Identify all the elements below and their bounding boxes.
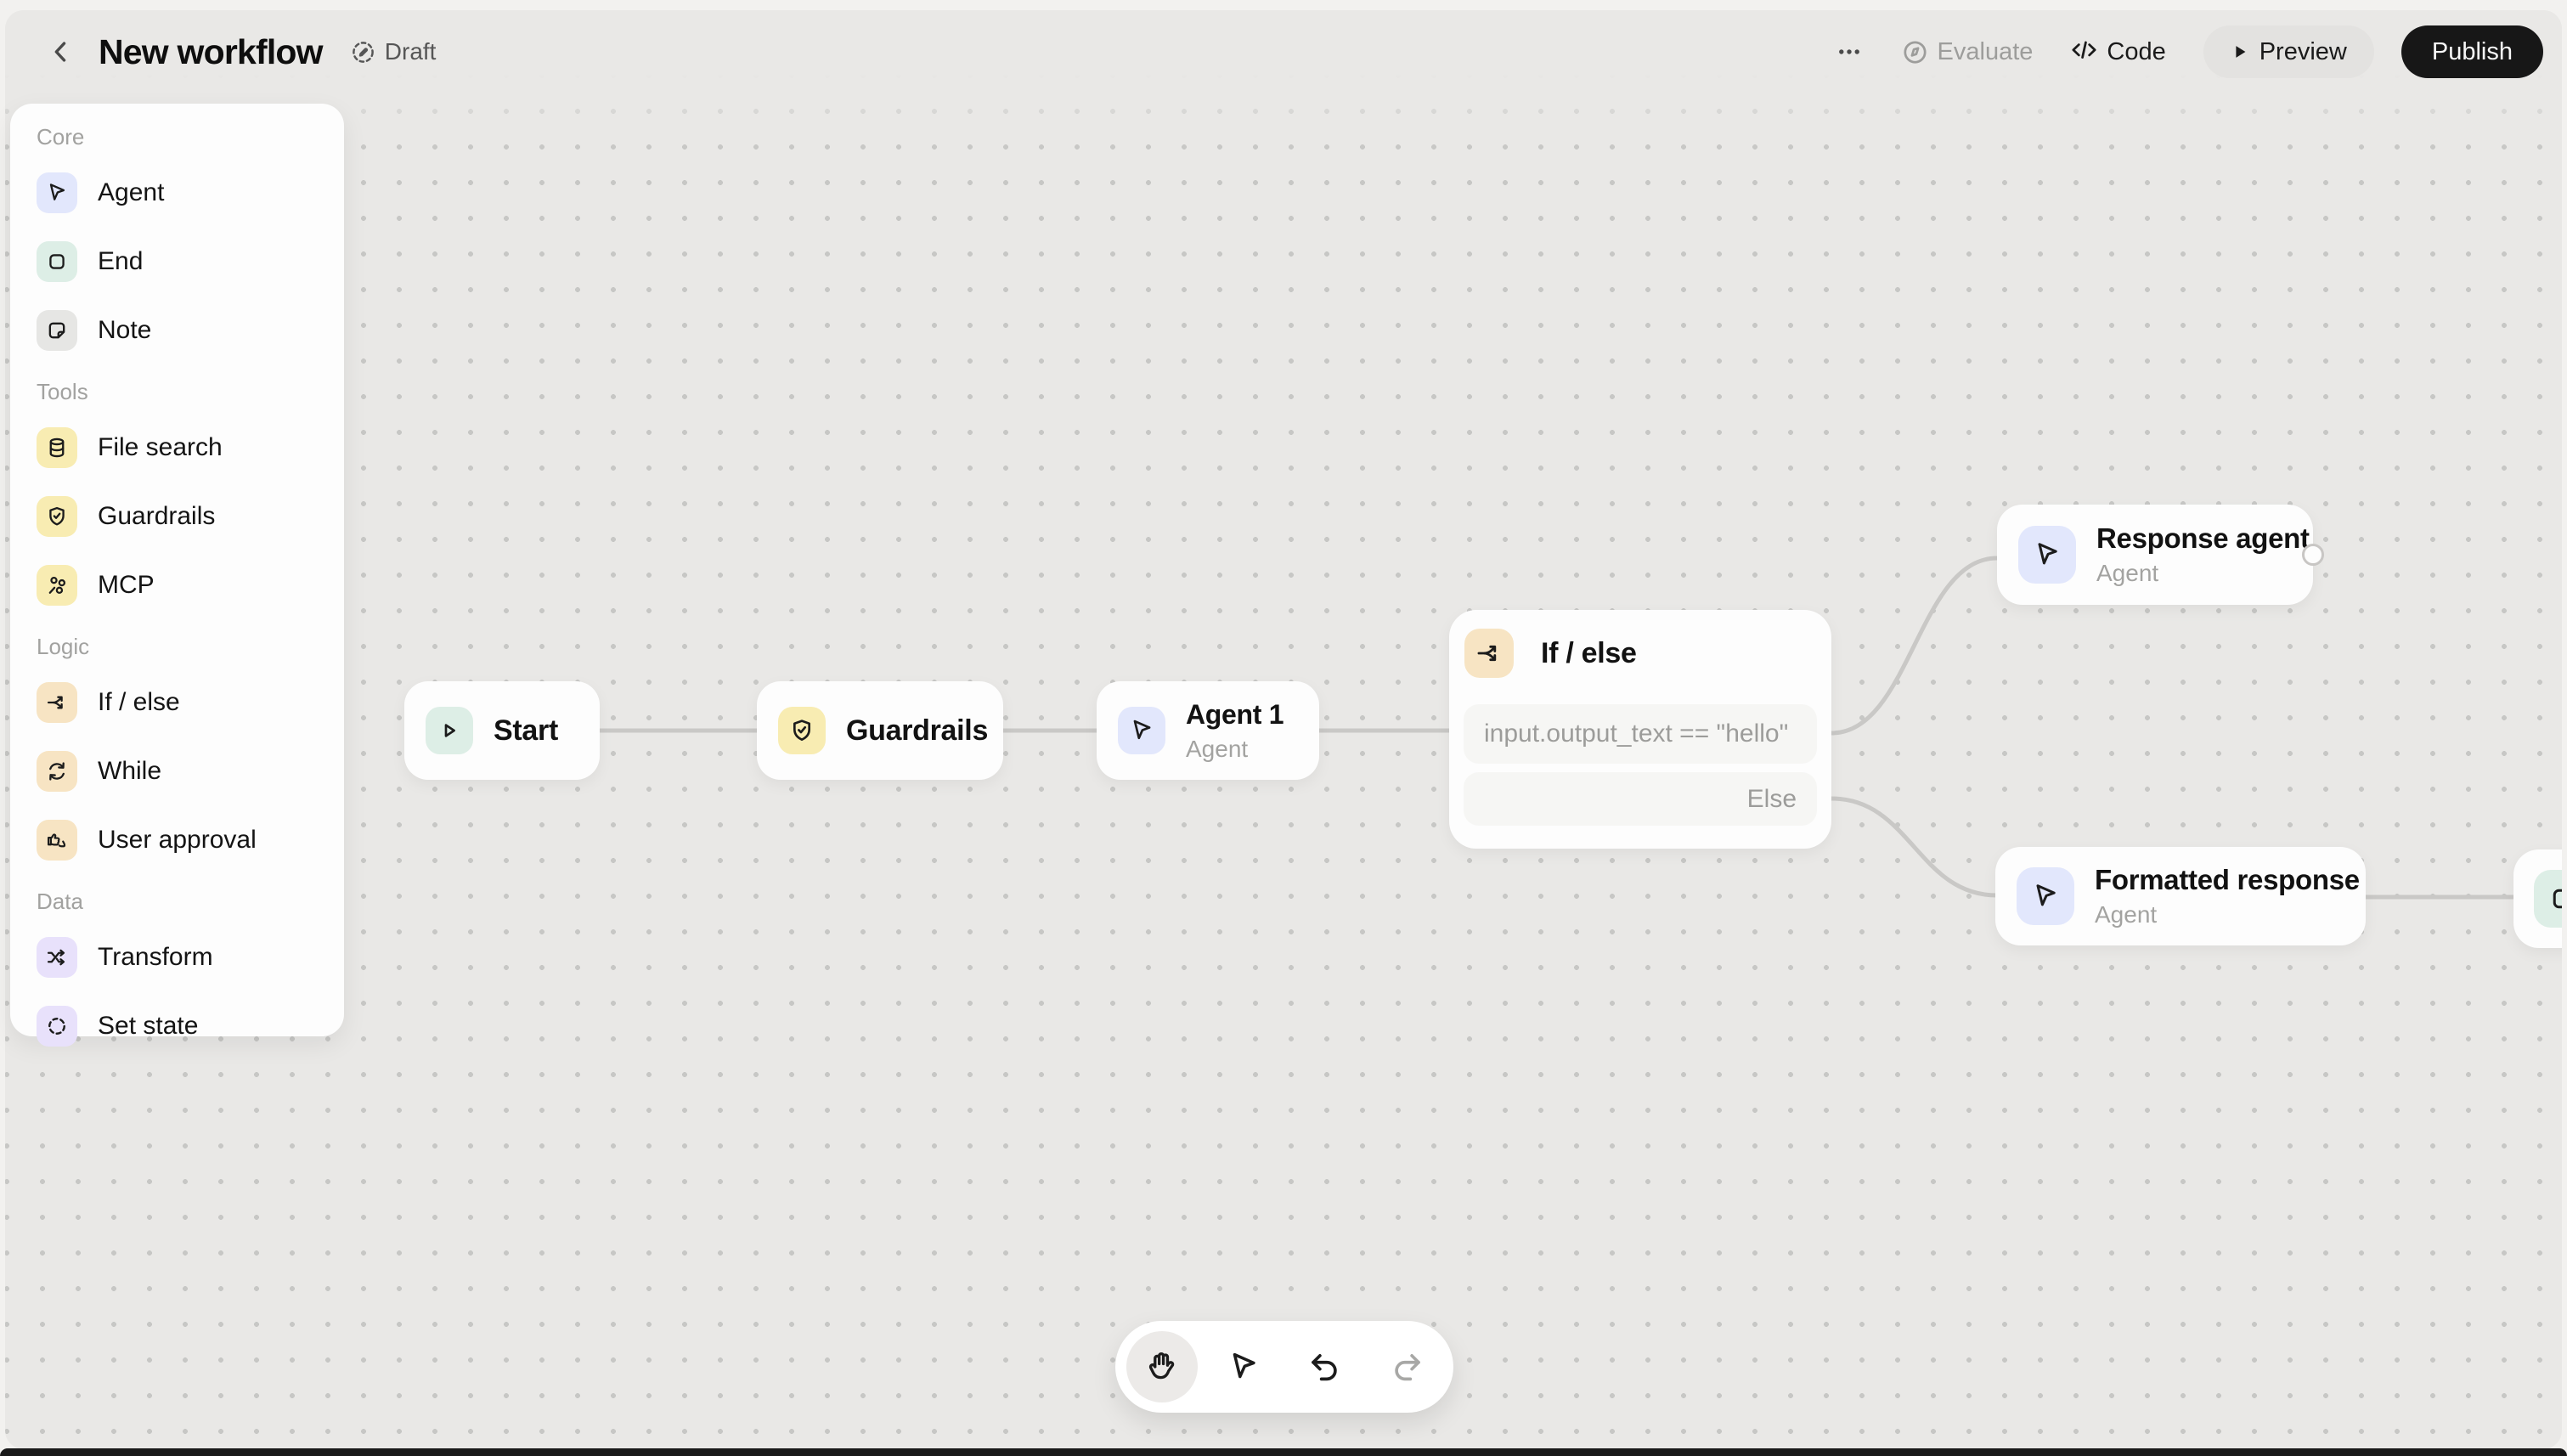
shield-check-icon: [778, 707, 826, 754]
palette-item-label: File search: [98, 433, 223, 461]
palette-item-note[interactable]: Note: [37, 310, 324, 351]
dashed-circle-icon: [37, 1006, 77, 1047]
shield-check-icon: [37, 496, 77, 537]
node-subtitle: Agent: [1186, 735, 1249, 762]
node-title: Agent 1: [1186, 698, 1284, 730]
palette-item-file-search[interactable]: File search: [37, 427, 324, 468]
node-response-agent[interactable]: Response agent Agent: [1997, 505, 2324, 605]
publish-label: Publish: [2431, 37, 2513, 65]
palette-item-agent[interactable]: Agent: [37, 172, 324, 213]
if-condition-row[interactable]: input.output_text == "hello": [1464, 704, 1817, 764]
palette-item-if-else[interactable]: If / else: [37, 682, 324, 723]
palette-item-label: While: [98, 757, 162, 785]
canvas-toolbar: [1115, 1321, 1453, 1413]
note-icon: [37, 310, 77, 351]
thumbs-icon: [37, 820, 77, 861]
code-button[interactable]: Code: [2070, 37, 2166, 66]
node-title: Start: [494, 714, 558, 747]
section-label-core: Core: [37, 124, 85, 150]
play-icon: [2236, 46, 2246, 58]
database-icon: [37, 427, 77, 468]
back-button[interactable]: [42, 33, 80, 71]
more-menu-button[interactable]: [1835, 37, 1864, 66]
loop-icon: [37, 751, 77, 792]
evaluate-button[interactable]: Evaluate: [1901, 37, 2034, 66]
section-label-data: Data: [37, 889, 83, 914]
node-agent-1[interactable]: Agent 1 Agent: [1097, 681, 1319, 780]
palette-item-label: Set state: [98, 1012, 199, 1040]
palette-item-label: End: [98, 247, 144, 275]
redo-button[interactable]: [1371, 1331, 1442, 1402]
end-icon: [2534, 870, 2562, 928]
code-icon: [2072, 41, 2096, 59]
mcp-icon: [37, 565, 77, 606]
agent-cursor-icon: [2018, 526, 2076, 584]
if-condition-text: input.output_text == "hello": [1484, 720, 1789, 748]
undo-button[interactable]: [1289, 1331, 1361, 1402]
agent-cursor-icon: [1118, 707, 1165, 754]
palette-item-label: Note: [98, 316, 152, 344]
compass-icon: [1903, 40, 1927, 64]
node-palette: Core Agent End Note Tools File search Gu…: [10, 104, 344, 1047]
workflow-canvas[interactable]: Start Guardrails Agent 1 Agent If / else…: [5, 10, 2562, 1449]
output-port[interactable]: [2302, 544, 2324, 566]
palette-item-user-approval[interactable]: User approval: [37, 820, 324, 861]
cursor-icon: [1233, 1352, 1255, 1379]
agent-cursor-icon: [2017, 867, 2074, 925]
shuffle-icon: [37, 937, 77, 978]
end-icon: [37, 241, 77, 282]
node-title: Response agent: [2096, 522, 2310, 554]
node-if-else[interactable]: If / else input.output_text == "hello" E…: [1449, 610, 1831, 849]
node-subtitle: Agent: [2096, 560, 2159, 586]
palette-item-guardrails[interactable]: Guardrails: [37, 496, 324, 537]
node-end-partial[interactable]: [2513, 849, 2562, 948]
palette-item-set-state[interactable]: Set state: [37, 1006, 324, 1047]
agent-cursor-icon: [37, 172, 77, 213]
publish-button[interactable]: Publish: [2401, 25, 2543, 78]
palette-item-label: User approval: [98, 826, 257, 854]
preview-label: Preview: [2259, 37, 2347, 65]
top-bar: New workflow Draft Evaluate Code Preview…: [0, 10, 2567, 104]
palette-item-end[interactable]: End: [37, 241, 324, 282]
palette-item-label: Guardrails: [98, 502, 216, 530]
node-title: If / else: [1541, 636, 1637, 669]
evaluate-label: Evaluate: [1937, 37, 2034, 65]
section-label-logic: Logic: [37, 634, 90, 659]
else-row[interactable]: Else: [1464, 772, 1817, 826]
status-label: Draft: [384, 38, 437, 65]
pan-hand-tool[interactable]: [1126, 1331, 1198, 1402]
palette-item-label: If / else: [98, 688, 180, 716]
palette-item-label: Agent: [98, 178, 165, 206]
redo-icon: [1395, 1354, 1420, 1381]
draft-pencil-icon: [352, 41, 374, 63]
branch-icon: [1464, 629, 1514, 678]
chevron-left-icon: [54, 42, 66, 62]
node-formatted-response[interactable]: Formatted response Agent: [1995, 847, 2366, 945]
branch-icon: [37, 682, 77, 723]
hand-icon: [1148, 1352, 1175, 1380]
page-title: New workflow: [99, 31, 324, 71]
status-badge: Draft: [350, 38, 437, 65]
preview-button[interactable]: Preview: [2203, 25, 2374, 78]
palette-item-while[interactable]: While: [37, 751, 324, 792]
palette-item-label: MCP: [98, 571, 155, 599]
undo-icon: [1312, 1354, 1337, 1381]
else-label: Else: [1746, 784, 1797, 813]
node-title: Formatted response: [2095, 864, 2360, 895]
node-title: Guardrails: [846, 714, 989, 747]
palette-item-transform[interactable]: Transform: [37, 937, 324, 978]
palette-item-label: Transform: [98, 943, 213, 971]
node-subtitle: Agent: [2095, 901, 2158, 928]
node-start[interactable]: Start: [404, 681, 600, 780]
ellipsis-icon: [1838, 49, 1859, 54]
bottom-window-edge: [0, 1448, 2567, 1456]
select-cursor-tool[interactable]: [1208, 1331, 1279, 1402]
section-label-tools: Tools: [37, 379, 88, 404]
code-label: Code: [2107, 37, 2166, 65]
play-icon: [426, 707, 473, 754]
node-guardrails[interactable]: Guardrails: [757, 681, 1003, 780]
palette-item-mcp[interactable]: MCP: [37, 565, 324, 606]
